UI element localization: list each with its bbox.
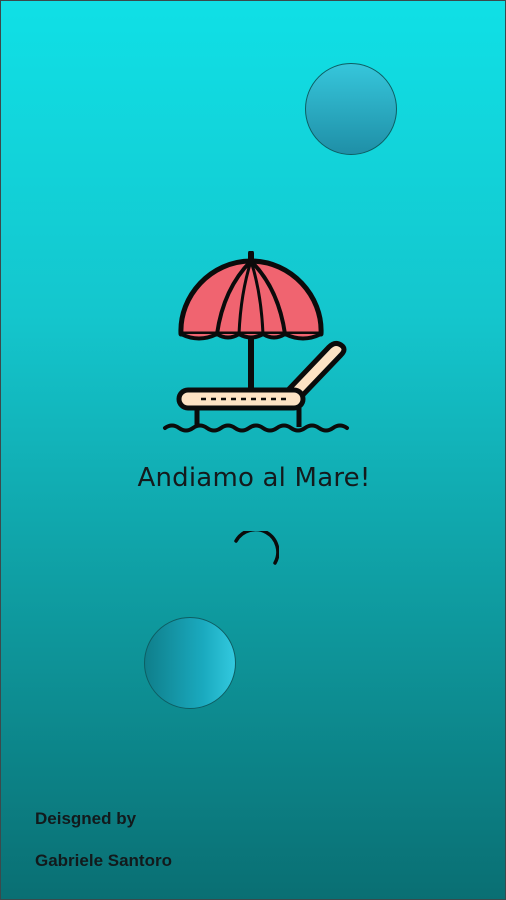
spinner-icon [234, 531, 279, 565]
decorative-bubble-top [305, 63, 397, 155]
beach-umbrella-lounger-icon [163, 251, 349, 433]
decorative-bubble-bottom [144, 617, 236, 709]
credits: Deisgned by Gabriele Santoro [35, 809, 172, 871]
splash-screen: Andiamo al Mare! Deisgned by Gabriele Sa… [0, 0, 506, 900]
credit-label: Deisgned by [35, 809, 137, 828]
designer-name: Gabriele Santoro [35, 851, 172, 870]
app-title: Andiamo al Mare! [137, 463, 371, 493]
